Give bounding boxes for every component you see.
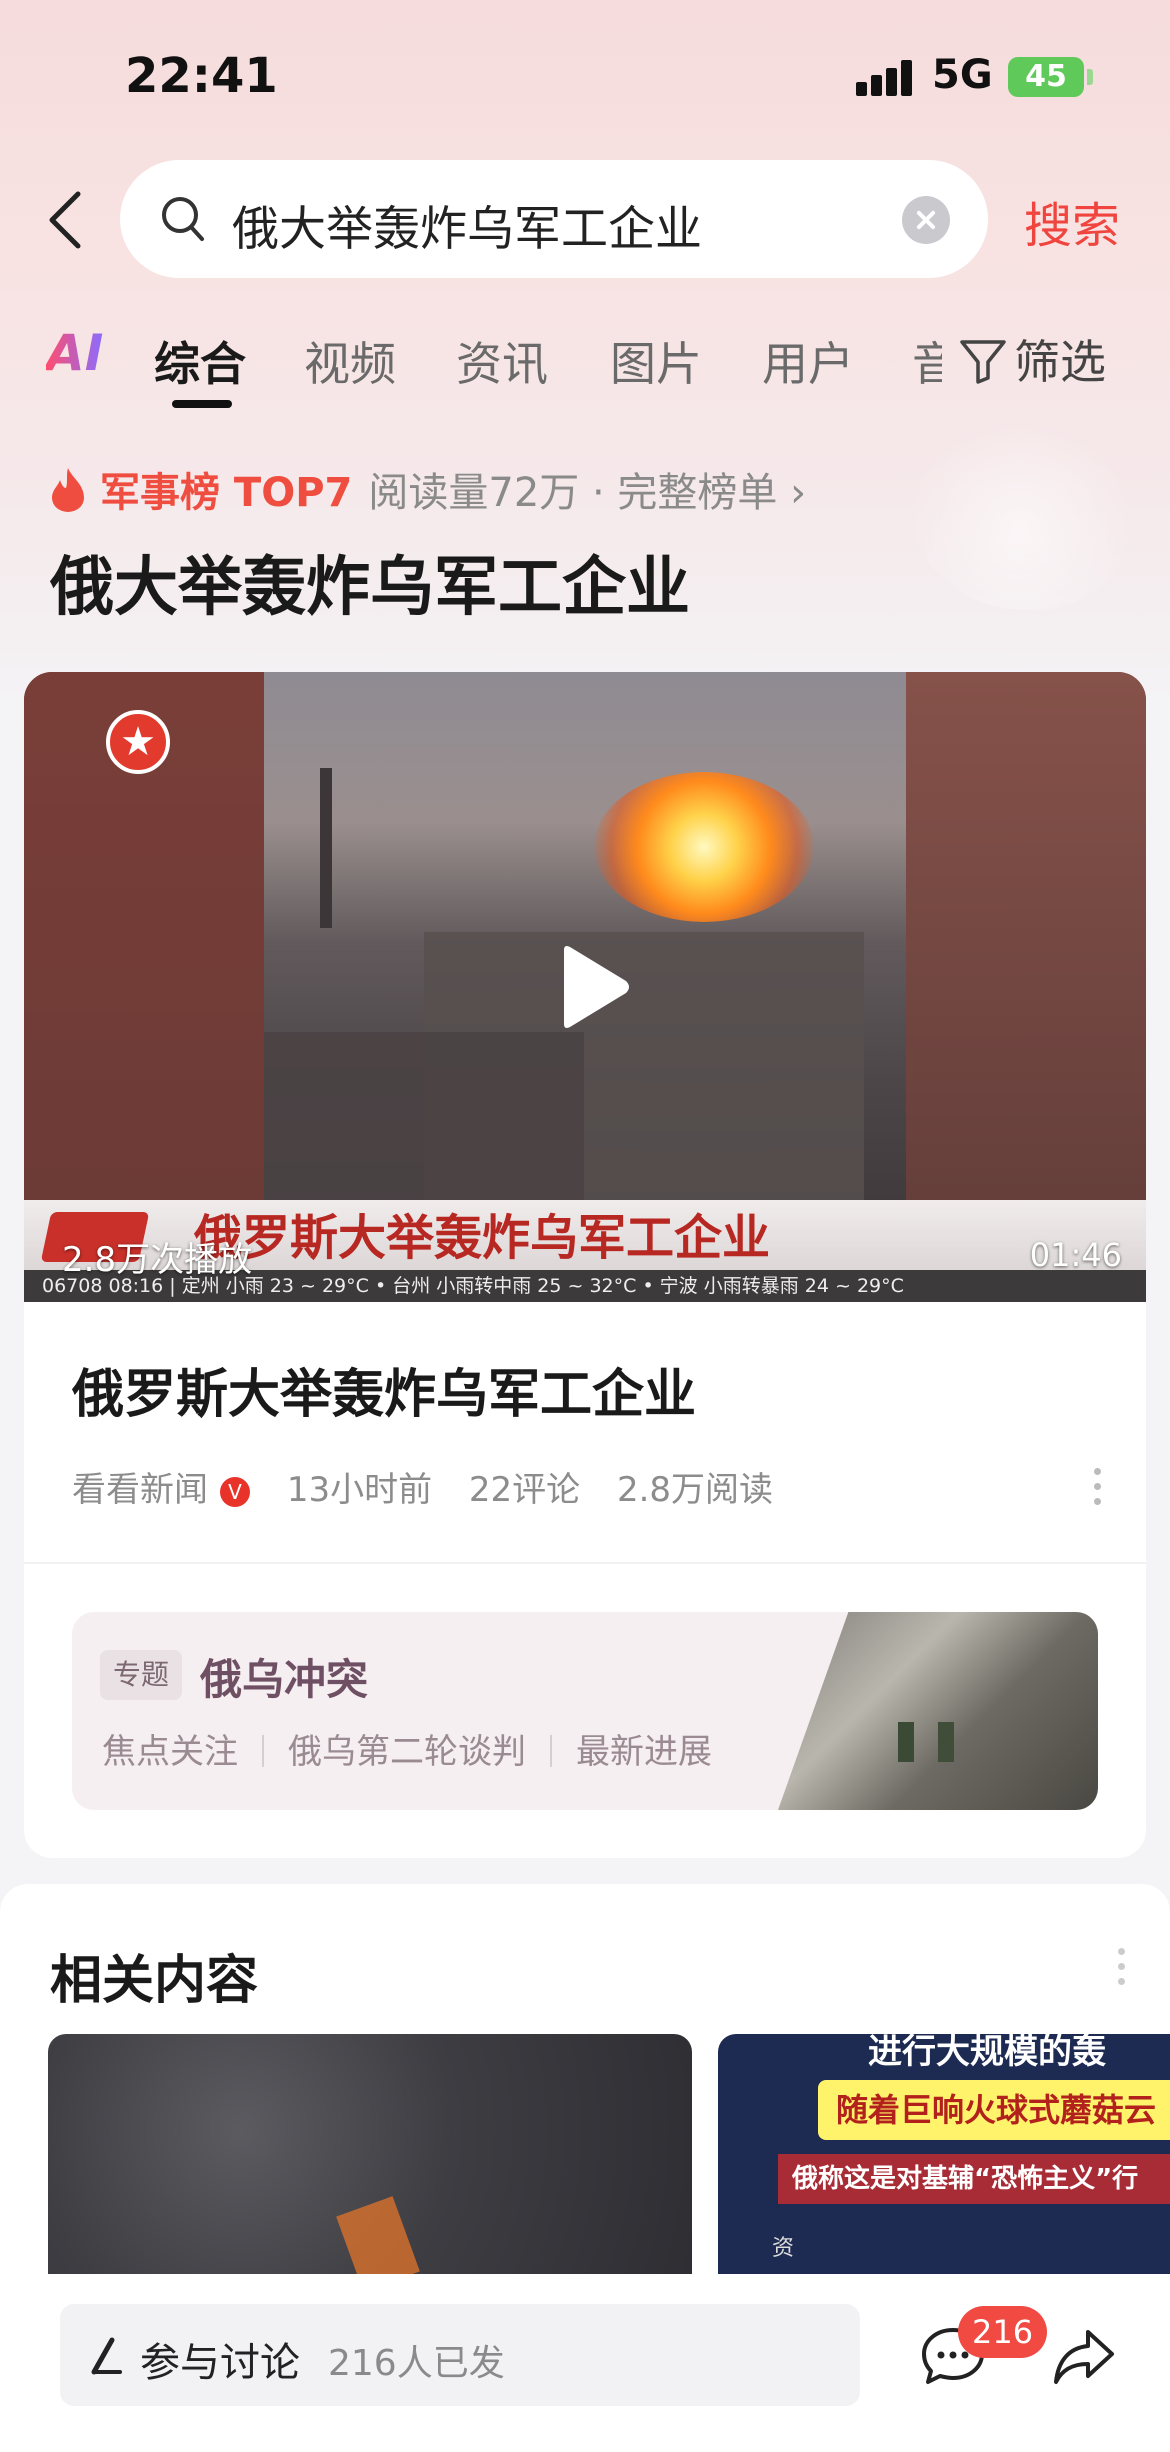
topic-name: 俄乌冲突	[200, 1655, 369, 1704]
related-title: 相关内容	[50, 1951, 259, 2011]
video-duration: 01:46	[1029, 1236, 1122, 1274]
category-tabs: AI 综合 视频 资讯 图片 用户 音 筛选	[0, 320, 1170, 410]
play-icon[interactable]	[554, 942, 634, 1032]
explosion-shape	[594, 772, 814, 922]
news-card: ★ 俄罗斯大举轰炸乌军工企业 06708 08:16 | 定州 小雨 23 ~ …	[24, 672, 1146, 1858]
thumb-caption-1: 进行大规模的轰	[868, 2034, 1106, 2072]
filter-button[interactable]: 筛选	[958, 326, 1106, 392]
article-reads: 2.8万阅读	[616, 1470, 774, 1510]
pen-icon	[91, 2337, 122, 2375]
filter-icon	[960, 340, 1006, 384]
clear-icon[interactable]	[902, 196, 950, 244]
topic-link-focus[interactable]: 焦点关注	[102, 1732, 238, 1772]
tab-images[interactable]: 图片	[610, 328, 702, 394]
verified-icon: V	[220, 1477, 250, 1507]
ticker-title: 俄罗斯大举轰炸乌军工企业	[194, 1210, 771, 1266]
filter-label: 筛选	[1014, 335, 1106, 389]
article-time: 13小时前	[286, 1470, 433, 1510]
topic-link-talks[interactable]: 俄乌第二轮谈判	[288, 1732, 526, 1772]
video-player[interactable]: ★ 俄罗斯大举轰炸乌军工企业 06708 08:16 | 定州 小雨 23 ~ …	[24, 672, 1146, 1302]
tab-video[interactable]: 视频	[304, 328, 396, 394]
tab-comprehensive[interactable]: 综合	[154, 328, 246, 394]
thumb-caption-4: 资	[772, 2236, 795, 2261]
channel-logo: ★	[106, 710, 170, 774]
discuss-input[interactable]: 参与讨论 216人已发	[60, 2304, 860, 2406]
tab-users[interactable]: 用户	[762, 328, 854, 394]
article-comments: 22评论	[468, 1470, 581, 1510]
tower-shape	[320, 768, 332, 928]
article-title[interactable]: 俄罗斯大举轰炸乌军工企业	[72, 1352, 696, 1427]
fire-icon	[52, 468, 84, 512]
share-icon[interactable]	[1052, 2326, 1116, 2386]
play-count: 2.8万次播放	[62, 1240, 253, 1280]
related-more-icon[interactable]	[1118, 1948, 1126, 1988]
network-type: 5G	[932, 52, 993, 98]
back-button[interactable]	[42, 188, 90, 252]
rank-meta: 阅读量72万 · 完整榜单 ›	[368, 470, 807, 516]
topic-links: 焦点关注 俄乌第二轮谈判 最新进展	[102, 1724, 712, 1773]
signal-icon	[856, 60, 914, 96]
search-input[interactable]: 俄大举轰炸乌军工企业	[120, 160, 988, 278]
topic-card[interactable]: 专题 俄乌冲突 焦点关注 俄乌第二轮谈判 最新进展	[72, 1612, 1098, 1810]
article-source[interactable]: 看看新闻	[72, 1470, 208, 1510]
rank-name: 军事榜 TOP7	[100, 470, 353, 516]
page-title: 俄大举轰炸乌军工企业	[50, 551, 690, 625]
battery-icon: 45	[1008, 57, 1084, 97]
search-query: 俄大举轰炸乌军工企业	[232, 202, 702, 257]
bottom-bar: 参与讨论 216人已发 216	[0, 2282, 1170, 2452]
related-thumbnail-1[interactable]	[48, 2034, 692, 2274]
thumb-caption-2: 随着巨响火球式蘑菇云	[818, 2080, 1170, 2140]
divider	[24, 1562, 1146, 1564]
battery-tip	[1087, 69, 1093, 85]
active-tab-indicator	[172, 400, 232, 408]
discuss-label: 参与讨论	[140, 2340, 300, 2386]
topic-link-latest[interactable]: 最新进展	[576, 1732, 712, 1772]
tab-ai[interactable]: AI	[46, 324, 103, 382]
rank-link[interactable]: 军事榜 TOP7 阅读量72万 · 完整榜单 ›	[48, 460, 806, 516]
tab-music[interactable]: 音	[912, 328, 942, 394]
tab-news[interactable]: 资讯	[456, 328, 548, 394]
chevron-left-icon	[49, 191, 81, 249]
status-bar: 22:41 5G 45	[0, 0, 1170, 150]
search-button[interactable]: 搜索	[1024, 186, 1120, 256]
comment-count-badge: 216	[958, 2306, 1048, 2358]
topic-image	[778, 1612, 1098, 1810]
related-thumbnail-2[interactable]: 进行大规模的轰 随着巨响火球式蘑菇云 俄称这是对基辅“恐怖主义”行 资	[718, 2034, 1170, 2274]
article-meta: 看看新闻 V 13小时前 22评论 2.8万阅读	[72, 1462, 799, 1511]
discuss-count: 216人已发	[328, 2343, 505, 2384]
status-time: 22:41	[125, 48, 278, 104]
thumb-caption-3: 俄称这是对基辅“恐怖主义”行	[778, 2154, 1170, 2204]
search-icon	[162, 197, 204, 241]
more-options-icon[interactable]	[1094, 1468, 1102, 1508]
topic-tag: 专题	[100, 1650, 182, 1700]
